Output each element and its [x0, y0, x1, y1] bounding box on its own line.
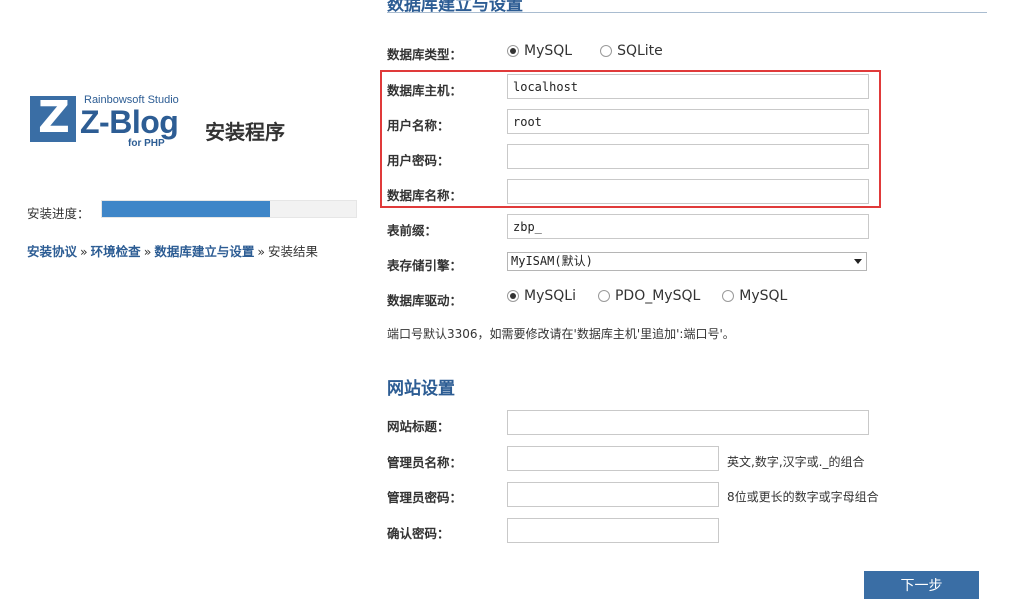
- step-database-setup: 数据库建立与设置: [154, 244, 255, 259]
- db-type-mysql-radio[interactable]: MySQL: [507, 43, 572, 59]
- db-type-radio-group: MySQL SQLite: [507, 43, 691, 59]
- storage-engine-value: MyISAM(默认): [511, 254, 593, 268]
- radio-dot: [600, 45, 613, 57]
- db-host-input[interactable]: [507, 74, 869, 99]
- db-driver-radio-group: MySQLi PDO_MySQL MySQL: [507, 288, 815, 304]
- driver-mysql-radio[interactable]: MySQL: [722, 288, 787, 304]
- step-separator: »: [143, 244, 152, 259]
- driver-pdo-mysql-radio[interactable]: PDO_MySQL: [597, 288, 700, 304]
- db-type-sqlite-radio[interactable]: SQLite: [600, 43, 663, 59]
- zblog-logo: Z Rainbowsoft Studio Z-Blog for PHP 安装程序: [30, 92, 300, 152]
- progress-fill: [102, 201, 270, 217]
- logo-sub: for PHP: [128, 138, 165, 149]
- logo-z-mark: Z: [30, 92, 76, 143]
- db-user-label: 用户名称：: [387, 118, 450, 133]
- db-type-label: 数据库类型：: [387, 47, 463, 62]
- radio-dot: [597, 290, 610, 302]
- logo-name: Z-Blog: [80, 104, 179, 140]
- radio-dot: [507, 290, 519, 302]
- confirm-password-label: 确认密码：: [387, 526, 450, 541]
- db-password-input[interactable]: [507, 144, 869, 169]
- installer-title: 安装程序: [205, 120, 285, 144]
- dropdown-arrow-icon: [854, 259, 862, 264]
- db-host-label: 数据库主机：: [387, 83, 463, 98]
- site-title-input[interactable]: [507, 410, 869, 435]
- driver-mysqli-radio[interactable]: MySQLi: [507, 288, 576, 304]
- db-user-input[interactable]: [507, 109, 869, 134]
- admin-name-input[interactable]: [507, 446, 719, 471]
- step-separator: »: [257, 244, 266, 259]
- admin-password-label: 管理员密码：: [387, 490, 463, 505]
- storage-engine-select[interactable]: MyISAM(默认): [507, 252, 867, 271]
- site-section-title: 网站设置: [387, 379, 455, 399]
- port-note: 端口号默认3306，如需要修改请在'数据库主机'里追加':端口号'。: [387, 327, 735, 341]
- radio-dot: [507, 45, 519, 57]
- next-step-button[interactable]: 下一步: [864, 571, 979, 599]
- admin-name-label: 管理员名称：: [387, 455, 463, 470]
- admin-name-hint: 英文,数字,汉字或._的组合: [727, 455, 865, 469]
- admin-password-input[interactable]: [507, 482, 719, 507]
- install-steps-breadcrumb: 安装协议» 环境检查» 数据库建立与设置» 安装结果: [27, 241, 318, 260]
- site-title-label: 网站标题：: [387, 419, 450, 434]
- db-name-input[interactable]: [507, 179, 869, 204]
- section-divider: [387, 12, 987, 13]
- step-agreement: 安装协议: [27, 244, 78, 259]
- step-install-result: 安装结果: [268, 244, 319, 259]
- confirm-password-input[interactable]: [507, 518, 719, 543]
- table-prefix-input[interactable]: [507, 214, 869, 239]
- db-driver-label: 数据库驱动：: [387, 293, 463, 308]
- storage-engine-label: 表存储引擎：: [387, 258, 463, 273]
- progress-label: 安装进度：: [27, 206, 90, 221]
- step-separator: »: [80, 244, 88, 259]
- radio-dot: [722, 290, 735, 302]
- db-password-label: 用户密码：: [387, 153, 450, 168]
- progress-bar: [101, 200, 357, 218]
- db-name-label: 数据库名称：: [387, 188, 463, 203]
- table-prefix-label: 表前缀：: [387, 223, 438, 238]
- step-environment-check: 环境检查: [90, 244, 141, 259]
- admin-password-hint: 8位或更长的数字或字母组合: [727, 490, 879, 504]
